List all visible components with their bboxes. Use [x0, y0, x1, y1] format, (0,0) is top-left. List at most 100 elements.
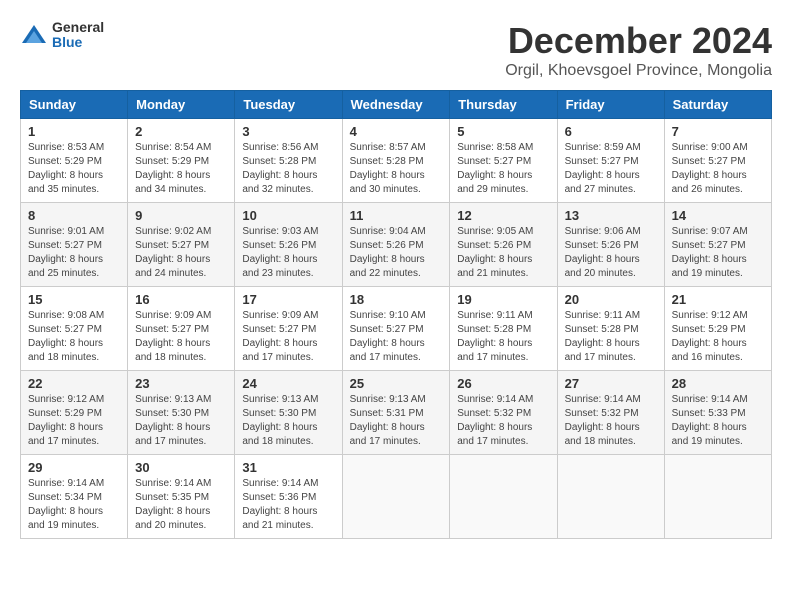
day-info-6: Sunrise: 8:59 AMSunset: 5:27 PMDaylight:… [565, 141, 657, 197]
header-friday: Friday [557, 91, 664, 119]
day-cell-23: 23 Sunrise: 9:13 AMSunset: 5:30 PMDaylig… [128, 371, 235, 455]
day-number-16: 16 [135, 292, 227, 307]
day-cell-13: 13 Sunrise: 9:06 AMSunset: 5:26 PMDaylig… [557, 203, 664, 287]
page-header: General Blue December 2024 Orgil, Khoevs… [20, 20, 772, 80]
day-number-9: 9 [135, 208, 227, 223]
day-info-21: Sunrise: 9:12 AMSunset: 5:29 PMDaylight:… [672, 309, 764, 365]
day-number-12: 12 [457, 208, 549, 223]
day-cell-22: 22 Sunrise: 9:12 AMSunset: 5:29 PMDaylig… [21, 371, 128, 455]
day-number-20: 20 [565, 292, 657, 307]
day-cell-25: 25 Sunrise: 9:13 AMSunset: 5:31 PMDaylig… [342, 371, 450, 455]
header-tuesday: Tuesday [235, 91, 342, 119]
calendar-week-2: 8 Sunrise: 9:01 AMSunset: 5:27 PMDayligh… [21, 203, 772, 287]
day-info-18: Sunrise: 9:10 AMSunset: 5:27 PMDaylight:… [350, 309, 443, 365]
day-info-24: Sunrise: 9:13 AMSunset: 5:30 PMDaylight:… [242, 393, 334, 449]
day-info-28: Sunrise: 9:14 AMSunset: 5:33 PMDaylight:… [672, 393, 764, 449]
day-cell-26: 26 Sunrise: 9:14 AMSunset: 5:32 PMDaylig… [450, 371, 557, 455]
day-info-4: Sunrise: 8:57 AMSunset: 5:28 PMDaylight:… [350, 141, 443, 197]
day-number-23: 23 [135, 376, 227, 391]
day-info-7: Sunrise: 9:00 AMSunset: 5:27 PMDaylight:… [672, 141, 764, 197]
day-cell-9: 9 Sunrise: 9:02 AMSunset: 5:27 PMDayligh… [128, 203, 235, 287]
day-cell-19: 19 Sunrise: 9:11 AMSunset: 5:28 PMDaylig… [450, 287, 557, 371]
day-cell-30: 30 Sunrise: 9:14 AMSunset: 5:35 PMDaylig… [128, 455, 235, 539]
title-section: December 2024 Orgil, Khoevsgoel Province… [505, 20, 772, 80]
logo-icon [20, 21, 48, 49]
day-info-9: Sunrise: 9:02 AMSunset: 5:27 PMDaylight:… [135, 225, 227, 281]
empty-cell-2 [450, 455, 557, 539]
day-info-5: Sunrise: 8:58 AMSunset: 5:27 PMDaylight:… [457, 141, 549, 197]
header-saturday: Saturday [664, 91, 771, 119]
day-number-14: 14 [672, 208, 764, 223]
day-cell-11: 11 Sunrise: 9:04 AMSunset: 5:26 PMDaylig… [342, 203, 450, 287]
day-number-15: 15 [28, 292, 120, 307]
day-info-10: Sunrise: 9:03 AMSunset: 5:26 PMDaylight:… [242, 225, 334, 281]
day-cell-27: 27 Sunrise: 9:14 AMSunset: 5:32 PMDaylig… [557, 371, 664, 455]
calendar-week-4: 22 Sunrise: 9:12 AMSunset: 5:29 PMDaylig… [21, 371, 772, 455]
day-cell-4: 4 Sunrise: 8:57 AMSunset: 5:28 PMDayligh… [342, 119, 450, 203]
day-cell-16: 16 Sunrise: 9:09 AMSunset: 5:27 PMDaylig… [128, 287, 235, 371]
day-info-26: Sunrise: 9:14 AMSunset: 5:32 PMDaylight:… [457, 393, 549, 449]
calendar-week-3: 15 Sunrise: 9:08 AMSunset: 5:27 PMDaylig… [21, 287, 772, 371]
day-cell-15: 15 Sunrise: 9:08 AMSunset: 5:27 PMDaylig… [21, 287, 128, 371]
day-info-11: Sunrise: 9:04 AMSunset: 5:26 PMDaylight:… [350, 225, 443, 281]
day-info-17: Sunrise: 9:09 AMSunset: 5:27 PMDaylight:… [242, 309, 334, 365]
day-cell-8: 8 Sunrise: 9:01 AMSunset: 5:27 PMDayligh… [21, 203, 128, 287]
day-info-30: Sunrise: 9:14 AMSunset: 5:35 PMDaylight:… [135, 477, 227, 533]
day-cell-29: 29 Sunrise: 9:14 AMSunset: 5:34 PMDaylig… [21, 455, 128, 539]
empty-cell-3 [557, 455, 664, 539]
day-info-22: Sunrise: 9:12 AMSunset: 5:29 PMDaylight:… [28, 393, 120, 449]
empty-cell-4 [664, 455, 771, 539]
header-thursday: Thursday [450, 91, 557, 119]
month-title: December 2024 [505, 20, 772, 62]
day-cell-6: 6 Sunrise: 8:59 AMSunset: 5:27 PMDayligh… [557, 119, 664, 203]
day-cell-1: 1 Sunrise: 8:53 AMSunset: 5:29 PMDayligh… [21, 119, 128, 203]
day-info-1: Sunrise: 8:53 AMSunset: 5:29 PMDaylight:… [28, 141, 120, 197]
day-number-22: 22 [28, 376, 120, 391]
day-cell-24: 24 Sunrise: 9:13 AMSunset: 5:30 PMDaylig… [235, 371, 342, 455]
day-number-27: 27 [565, 376, 657, 391]
day-cell-12: 12 Sunrise: 9:05 AMSunset: 5:26 PMDaylig… [450, 203, 557, 287]
logo-general-text: General [52, 20, 104, 35]
day-number-11: 11 [350, 208, 443, 223]
calendar-week-1: 1 Sunrise: 8:53 AMSunset: 5:29 PMDayligh… [21, 119, 772, 203]
empty-cell-1 [342, 455, 450, 539]
day-info-23: Sunrise: 9:13 AMSunset: 5:30 PMDaylight:… [135, 393, 227, 449]
logo-blue-text: Blue [52, 35, 104, 50]
day-number-1: 1 [28, 124, 120, 139]
day-cell-5: 5 Sunrise: 8:58 AMSunset: 5:27 PMDayligh… [450, 119, 557, 203]
day-info-8: Sunrise: 9:01 AMSunset: 5:27 PMDaylight:… [28, 225, 120, 281]
day-number-10: 10 [242, 208, 334, 223]
calendar-header-row: Sunday Monday Tuesday Wednesday Thursday… [21, 91, 772, 119]
day-info-20: Sunrise: 9:11 AMSunset: 5:28 PMDaylight:… [565, 309, 657, 365]
header-sunday: Sunday [21, 91, 128, 119]
day-cell-17: 17 Sunrise: 9:09 AMSunset: 5:27 PMDaylig… [235, 287, 342, 371]
day-number-30: 30 [135, 460, 227, 475]
calendar-table: Sunday Monday Tuesday Wednesday Thursday… [20, 90, 772, 539]
day-cell-2: 2 Sunrise: 8:54 AMSunset: 5:29 PMDayligh… [128, 119, 235, 203]
day-cell-20: 20 Sunrise: 9:11 AMSunset: 5:28 PMDaylig… [557, 287, 664, 371]
calendar-week-5: 29 Sunrise: 9:14 AMSunset: 5:34 PMDaylig… [21, 455, 772, 539]
day-info-25: Sunrise: 9:13 AMSunset: 5:31 PMDaylight:… [350, 393, 443, 449]
day-cell-7: 7 Sunrise: 9:00 AMSunset: 5:27 PMDayligh… [664, 119, 771, 203]
day-cell-28: 28 Sunrise: 9:14 AMSunset: 5:33 PMDaylig… [664, 371, 771, 455]
day-info-27: Sunrise: 9:14 AMSunset: 5:32 PMDaylight:… [565, 393, 657, 449]
day-cell-18: 18 Sunrise: 9:10 AMSunset: 5:27 PMDaylig… [342, 287, 450, 371]
day-number-6: 6 [565, 124, 657, 139]
day-info-2: Sunrise: 8:54 AMSunset: 5:29 PMDaylight:… [135, 141, 227, 197]
header-wednesday: Wednesday [342, 91, 450, 119]
header-monday: Monday [128, 91, 235, 119]
day-cell-14: 14 Sunrise: 9:07 AMSunset: 5:27 PMDaylig… [664, 203, 771, 287]
day-number-17: 17 [242, 292, 334, 307]
location-title: Orgil, Khoevsgoel Province, Mongolia [505, 62, 772, 80]
day-cell-3: 3 Sunrise: 8:56 AMSunset: 5:28 PMDayligh… [235, 119, 342, 203]
day-number-2: 2 [135, 124, 227, 139]
day-number-29: 29 [28, 460, 120, 475]
day-number-5: 5 [457, 124, 549, 139]
day-cell-31: 31 Sunrise: 9:14 AMSunset: 5:36 PMDaylig… [235, 455, 342, 539]
day-number-3: 3 [242, 124, 334, 139]
day-number-8: 8 [28, 208, 120, 223]
day-number-13: 13 [565, 208, 657, 223]
day-number-25: 25 [350, 376, 443, 391]
day-number-26: 26 [457, 376, 549, 391]
day-cell-10: 10 Sunrise: 9:03 AMSunset: 5:26 PMDaylig… [235, 203, 342, 287]
